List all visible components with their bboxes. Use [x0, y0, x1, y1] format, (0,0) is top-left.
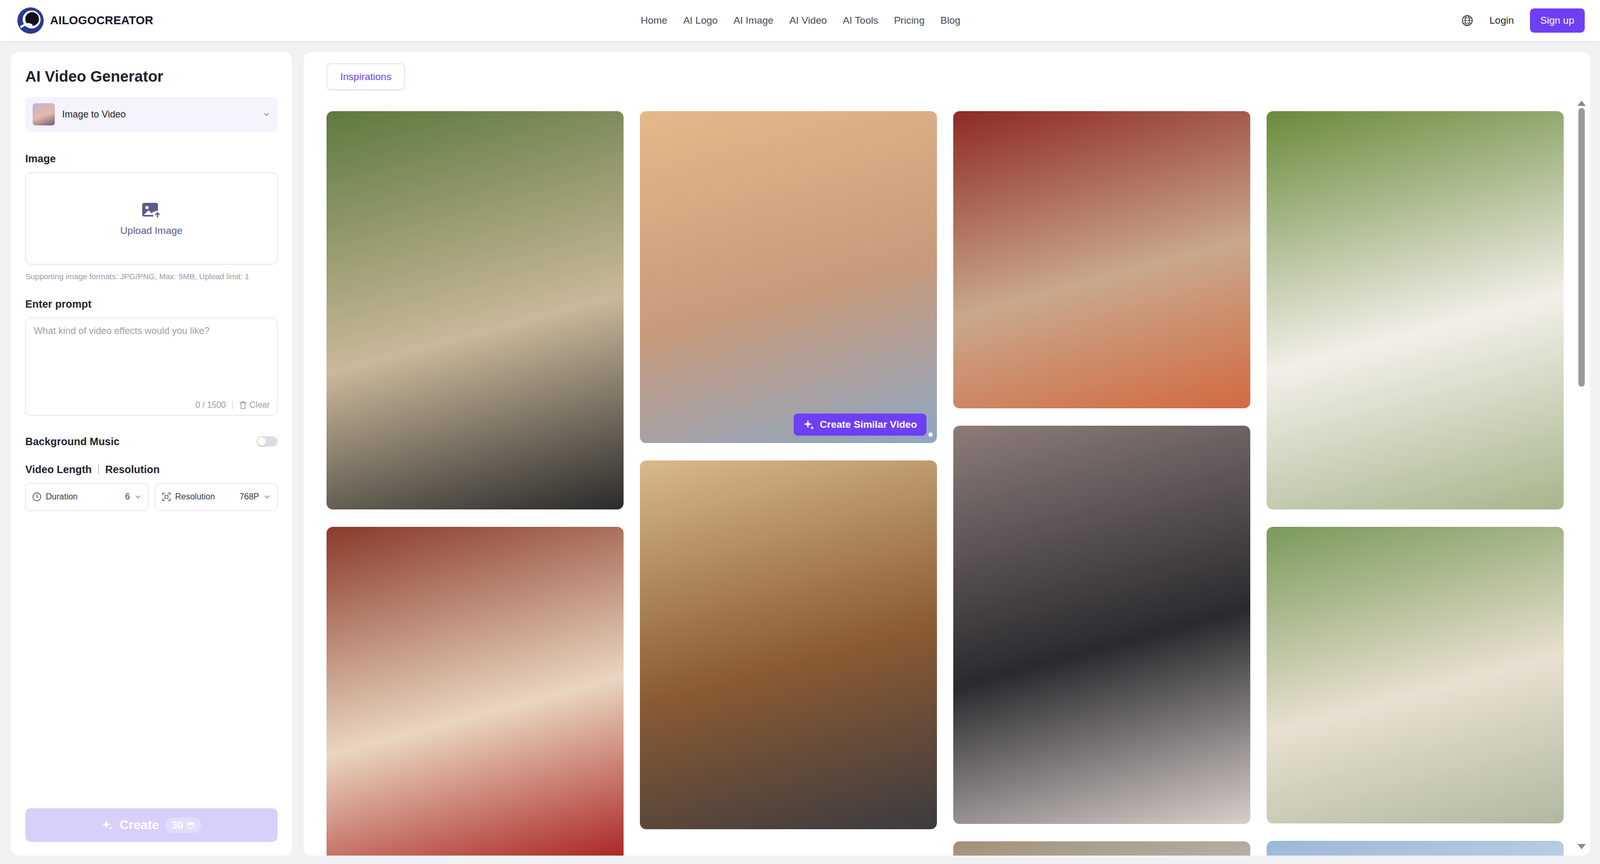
main-area: AI Video Generator Image to Video Image Upl… [0, 41, 1600, 864]
resolution-select-label: Resolution [175, 491, 236, 502]
length-resolution-labels: Video Length Resolution [25, 463, 278, 476]
spacer [25, 510, 278, 808]
inspiration-card[interactable] [1266, 840, 1564, 856]
resolution-label: Resolution [105, 463, 160, 476]
scroll-down-icon[interactable] [1577, 843, 1586, 849]
inspiration-card[interactable] [639, 460, 937, 829]
indicator-dot [928, 432, 933, 437]
sparkle-icon [101, 818, 114, 831]
gallery-tabs: Inspirations [326, 63, 1554, 91]
header-actions: Login Sign up [962, 8, 1585, 33]
main-nav: Home AI Logo AI Image AI Video AI Tools Prici… [638, 11, 963, 30]
trash-icon [239, 400, 248, 410]
prompt-label: Enter prompt [25, 298, 278, 311]
generator-panel: AI Video Generator Image to Video Image Upl… [11, 52, 292, 856]
login-button[interactable]: Login [1489, 14, 1515, 27]
sparkle-icon [803, 418, 815, 431]
gallery-column [953, 111, 1251, 856]
divider [97, 464, 100, 474]
logo-text: AILOGOCREATOR [50, 13, 154, 28]
logo[interactable]: AILOGOCREATOR [16, 6, 639, 35]
nav-link[interactable]: Home [638, 11, 670, 30]
inspiration-card[interactable] [953, 841, 1251, 856]
clock-icon [32, 491, 42, 502]
duration-value: 6 [125, 491, 131, 502]
chevron-down-icon [262, 110, 271, 118]
nav-link[interactable]: AI Video [787, 11, 829, 30]
gallery-column: Create Similar Video [639, 111, 937, 829]
cost-value: 30 [171, 818, 184, 832]
signup-button[interactable]: Sign up [1529, 8, 1585, 33]
upload-area[interactable]: Upload Image [25, 172, 278, 265]
prompt-footer: 0 / 1500 Clear [33, 400, 270, 410]
globe-icon[interactable] [1460, 14, 1474, 27]
inspiration-card[interactable]: Create Similar Video [639, 111, 937, 443]
video-options: Duration6Resolution768P [25, 482, 278, 511]
gallery-column [1266, 111, 1564, 856]
scroll-up-icon[interactable] [1577, 100, 1586, 106]
create-button: Create 30 [25, 807, 278, 842]
logo-icon [16, 6, 45, 35]
gallery-panel: Inspirations Create Similar Video [303, 52, 1590, 856]
resolution-icon [161, 491, 172, 502]
scrollbar [1577, 100, 1586, 849]
resolution-select[interactable]: Resolution768P [154, 482, 279, 511]
chevron-down-icon [134, 492, 142, 501]
create-similar-label: Create Similar Video [820, 418, 917, 431]
create-label: Create [119, 817, 160, 833]
inspiration-card[interactable] [326, 111, 624, 510]
header: AILOGOCREATOR Home AI Logo AI Image AI Video… [0, 0, 1600, 42]
gallery-column [326, 111, 624, 856]
nav-link[interactable]: AI Tools [840, 11, 881, 30]
nav-link[interactable]: AI Image [731, 11, 776, 30]
prompt-input[interactable] [33, 325, 270, 401]
music-toggle[interactable] [256, 436, 278, 447]
mode-thumbnail [32, 103, 55, 126]
gallery-tab[interactable]: Inspirations [326, 63, 406, 91]
gallery-grid: Create Similar Video [326, 111, 1554, 856]
upload-label: Upload Image [120, 224, 183, 237]
length-label: Video Length [25, 463, 92, 476]
panel-title: AI Video Generator [25, 67, 278, 86]
music-label: Background Music [25, 435, 120, 448]
clear-label: Clear [249, 400, 270, 410]
scroll-track [1578, 107, 1585, 842]
inspiration-card[interactable] [1266, 526, 1564, 824]
inspiration-card[interactable] [1266, 111, 1564, 510]
nav-link[interactable]: Pricing [891, 11, 927, 30]
music-row: Background Music [25, 435, 278, 448]
inspiration-card[interactable] [953, 425, 1251, 824]
upload-hint: Supporting image formats: JPG/PNG, Max: … [25, 270, 278, 283]
nav-link[interactable]: AI Logo [680, 11, 720, 30]
prompt-box: 0 / 1500 Clear [25, 317, 278, 416]
upload-image-icon [141, 200, 163, 220]
char-count: 0 / 1500 [195, 400, 226, 410]
coin-icon [186, 820, 195, 829]
nav-link[interactable]: Blog [938, 11, 963, 30]
divider [232, 400, 233, 410]
resolution-value: 768P [239, 491, 260, 502]
toggle-knob [257, 437, 266, 446]
duration-select[interactable]: Duration6 [25, 482, 149, 511]
clear-button[interactable]: Clear [239, 400, 270, 410]
image-label: Image [25, 152, 278, 165]
tab-label: Inspirations [340, 71, 392, 83]
mode-label: Image to Video [62, 109, 256, 121]
mode-select[interactable]: Image to Video [25, 96, 278, 132]
inspiration-card[interactable] [326, 526, 624, 856]
create-similar-button[interactable]: Create Similar Video [793, 413, 927, 436]
scroll-thumb[interactable] [1578, 107, 1585, 387]
inspiration-card[interactable] [953, 111, 1251, 409]
chevron-down-icon [263, 492, 271, 501]
credit-cost: 30 [165, 817, 202, 833]
duration-label: Duration [45, 491, 122, 502]
